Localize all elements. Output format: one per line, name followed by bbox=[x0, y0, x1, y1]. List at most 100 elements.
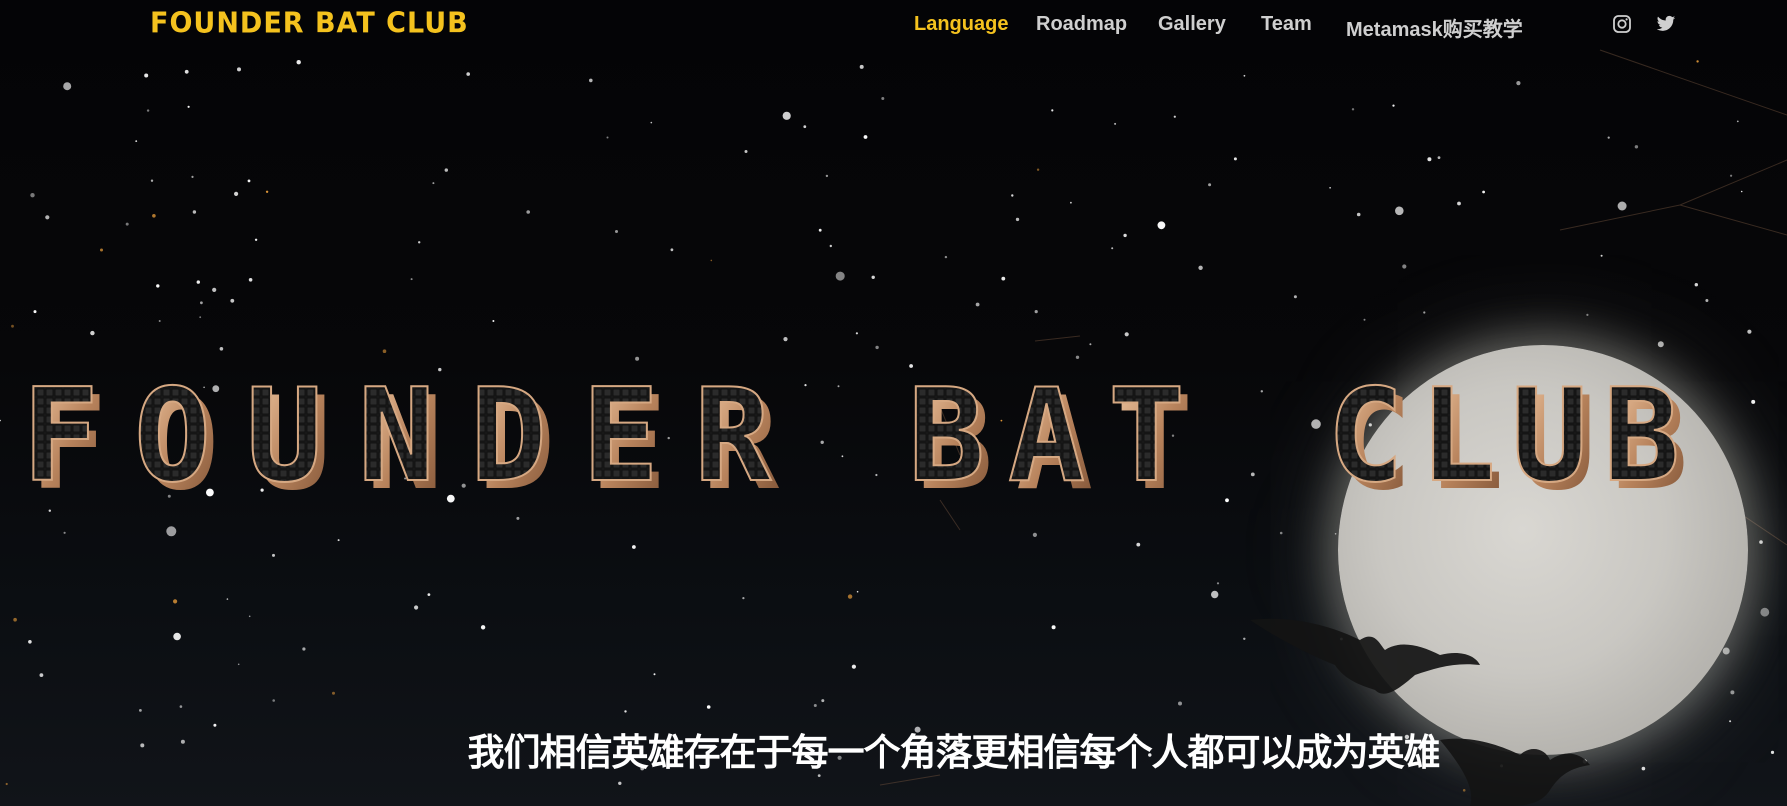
star bbox=[234, 191, 239, 196]
title-letter: A bbox=[1008, 370, 1085, 510]
star bbox=[1457, 201, 1461, 206]
star bbox=[432, 182, 435, 185]
star bbox=[803, 125, 807, 129]
star bbox=[650, 121, 653, 124]
star bbox=[710, 259, 713, 262]
star bbox=[1427, 157, 1432, 162]
title-letter: U bbox=[1511, 370, 1588, 510]
nav-roadmap[interactable]: Roadmap bbox=[1036, 13, 1127, 36]
star bbox=[589, 78, 593, 83]
brand-logo[interactable]: FOUNDER BAT CLUB bbox=[150, 7, 469, 40]
star bbox=[1730, 690, 1735, 695]
star bbox=[871, 275, 875, 279]
star bbox=[90, 330, 95, 336]
star bbox=[1607, 136, 1610, 139]
star bbox=[1208, 183, 1212, 187]
star bbox=[1243, 74, 1246, 77]
star bbox=[427, 593, 431, 596]
star bbox=[782, 111, 791, 120]
star bbox=[1730, 174, 1733, 177]
star bbox=[100, 248, 103, 252]
star bbox=[200, 301, 203, 305]
star bbox=[237, 663, 240, 666]
star bbox=[851, 664, 857, 669]
star bbox=[1340, 637, 1343, 641]
star bbox=[615, 230, 618, 233]
star bbox=[192, 210, 197, 214]
title-letter: F bbox=[22, 370, 99, 510]
star bbox=[1600, 254, 1603, 257]
star bbox=[248, 278, 253, 282]
star bbox=[332, 691, 335, 695]
star bbox=[230, 298, 235, 303]
star bbox=[818, 228, 822, 232]
star bbox=[179, 705, 183, 708]
star bbox=[254, 238, 258, 241]
star bbox=[881, 97, 885, 100]
nav-metamask-tutorial[interactable]: Metamask购买教学 bbox=[1346, 13, 1523, 42]
star bbox=[492, 320, 495, 322]
star bbox=[1722, 647, 1730, 655]
star bbox=[480, 625, 486, 630]
nav-team[interactable]: Team bbox=[1261, 13, 1312, 36]
star bbox=[1051, 625, 1056, 630]
star bbox=[1516, 81, 1521, 86]
star bbox=[173, 599, 178, 604]
star bbox=[272, 553, 275, 557]
star bbox=[1233, 157, 1237, 161]
star bbox=[526, 210, 530, 214]
title-letter: B bbox=[1603, 370, 1680, 510]
star bbox=[1178, 701, 1182, 706]
nav-gallery[interactable]: Gallery bbox=[1158, 13, 1226, 36]
star bbox=[856, 590, 859, 593]
star bbox=[444, 168, 448, 172]
star bbox=[296, 60, 301, 65]
star bbox=[1157, 221, 1166, 230]
star bbox=[1111, 247, 1114, 250]
title-letter: N bbox=[358, 370, 435, 510]
title-letter: T bbox=[1108, 370, 1185, 510]
star bbox=[1293, 295, 1297, 299]
star bbox=[1036, 168, 1040, 171]
title-letter: R bbox=[694, 370, 772, 510]
star bbox=[237, 67, 241, 72]
landing-page: FOUNDER BAT CLUB FFOOUUNNDDEERRBBAATTCCL… bbox=[0, 0, 1787, 806]
star bbox=[39, 673, 44, 677]
nav-language[interactable]: Language bbox=[914, 13, 1008, 36]
hero-title: FOUNDER BAT CLUB FFOOUUNNDDEERRBBAATTCCL… bbox=[0, 361, 1787, 519]
title-letter: U bbox=[246, 370, 323, 510]
star bbox=[1705, 299, 1709, 302]
star bbox=[1634, 145, 1639, 149]
star bbox=[783, 337, 788, 342]
star bbox=[158, 320, 161, 322]
top-navbar: FOUNDER BAT CLUB Language Roadmap Galler… bbox=[0, 0, 1787, 56]
star bbox=[813, 704, 817, 707]
star bbox=[1032, 532, 1037, 538]
star bbox=[1211, 590, 1219, 599]
star bbox=[624, 710, 627, 713]
star bbox=[1392, 104, 1395, 107]
title-letter: E bbox=[582, 370, 659, 510]
star bbox=[1216, 582, 1220, 585]
twitter-icon[interactable] bbox=[1656, 14, 1676, 34]
star bbox=[1198, 265, 1203, 270]
star bbox=[382, 349, 387, 354]
instagram-icon[interactable] bbox=[1612, 14, 1632, 34]
star bbox=[821, 699, 825, 703]
title-letter: C bbox=[1327, 370, 1404, 510]
star bbox=[45, 215, 50, 220]
star bbox=[152, 214, 156, 218]
star bbox=[1123, 233, 1127, 238]
star bbox=[466, 72, 471, 76]
star bbox=[199, 316, 202, 319]
star bbox=[1617, 201, 1627, 211]
star bbox=[1694, 283, 1699, 287]
star bbox=[744, 150, 748, 153]
star bbox=[1114, 122, 1117, 125]
star bbox=[272, 699, 276, 702]
star bbox=[248, 615, 251, 618]
star bbox=[1657, 341, 1664, 348]
star bbox=[33, 310, 37, 314]
star bbox=[146, 109, 150, 112]
star bbox=[1760, 607, 1770, 617]
